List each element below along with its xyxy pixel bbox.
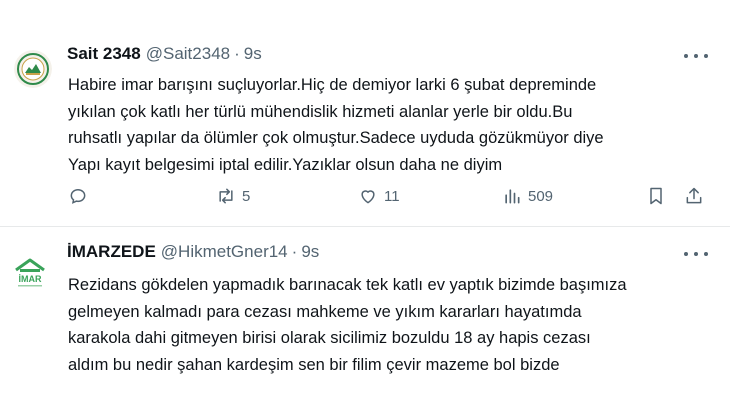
reply-button[interactable] (68, 186, 94, 206)
display-name[interactable]: Sait 2348 (67, 44, 141, 64)
retweet-button[interactable]: 5 (216, 186, 250, 206)
tweet-text-line: karakola dahi gitmeyen birisi olarak sic… (68, 329, 591, 347)
bookmark-button[interactable] (646, 186, 666, 206)
tweet-text-line: Yapı kayıt belgesimi iptal edilir.Yazıkl… (68, 155, 503, 174)
like-button[interactable]: 11 (358, 186, 400, 206)
tweet-text: Rezidans gökdelen yapmadık barınacak tek… (68, 272, 718, 378)
like-count: 11 (384, 187, 400, 205)
views-count: 509 (528, 187, 554, 205)
avatar[interactable]: İMAR (10, 254, 48, 292)
tweet-actions: 5 11 509 (0, 186, 730, 214)
bookmark-icon (650, 187, 662, 205)
display-name[interactable]: İMARZEDE (67, 242, 156, 262)
bar-chart-icon (505, 189, 520, 204)
imar-logo-text: İMAR (19, 274, 42, 284)
tweet-header: Sait 2348 @Sait2348 · 9s (67, 44, 262, 64)
separator-dot: · (291, 242, 298, 261)
tweet-text-line: Habire imar barışını suçluyorlar.Hiç de … (68, 76, 597, 94)
green-seal-avatar-icon (14, 50, 52, 88)
avatar[interactable] (14, 50, 52, 88)
tweet-text-line: gelmeyen kalmadı para cezası mahkeme ve … (68, 302, 582, 321)
heart-icon (361, 190, 375, 204)
retweet-icon (219, 188, 233, 204)
tweet-header: İMARZEDE @HikmetGner14 · 9s (67, 242, 319, 262)
tweet-text-line: aldım bu nedir şahan kardeşim sen bir fi… (68, 355, 560, 374)
tweet-text-line: Rezidans gökdelen yapmadık barınacak tek… (68, 276, 627, 294)
timestamp[interactable]: 9s (301, 242, 319, 262)
more-options-icon[interactable] (684, 244, 708, 264)
separator-dot: · (234, 44, 240, 63)
reply-icon (70, 188, 86, 204)
views-button[interactable]: 509 (502, 186, 553, 206)
timestamp[interactable]: 9s (244, 44, 262, 64)
tweet-text-line: yıkılan çok katlı her türlü mühendislik … (68, 102, 573, 121)
tweet-card[interactable]: Sait 2348 @Sait2348 · 9s Habire imar bar… (0, 0, 730, 227)
share-button[interactable] (684, 186, 704, 206)
tweet-text: Habire imar barışını suçluyorlar.Hiç de … (68, 72, 718, 178)
share-icon (686, 187, 702, 204)
house-imar-logo-avatar-icon: İMAR (10, 254, 48, 292)
tweet-text-line: ruhsatlı yapılar da ölümler çok olmuştur… (68, 129, 604, 147)
user-handle[interactable]: @Sait2348 (146, 44, 230, 64)
more-options-icon[interactable] (684, 46, 708, 66)
retweet-count: 5 (242, 187, 251, 205)
user-handle[interactable]: @HikmetGner14 (161, 242, 288, 262)
